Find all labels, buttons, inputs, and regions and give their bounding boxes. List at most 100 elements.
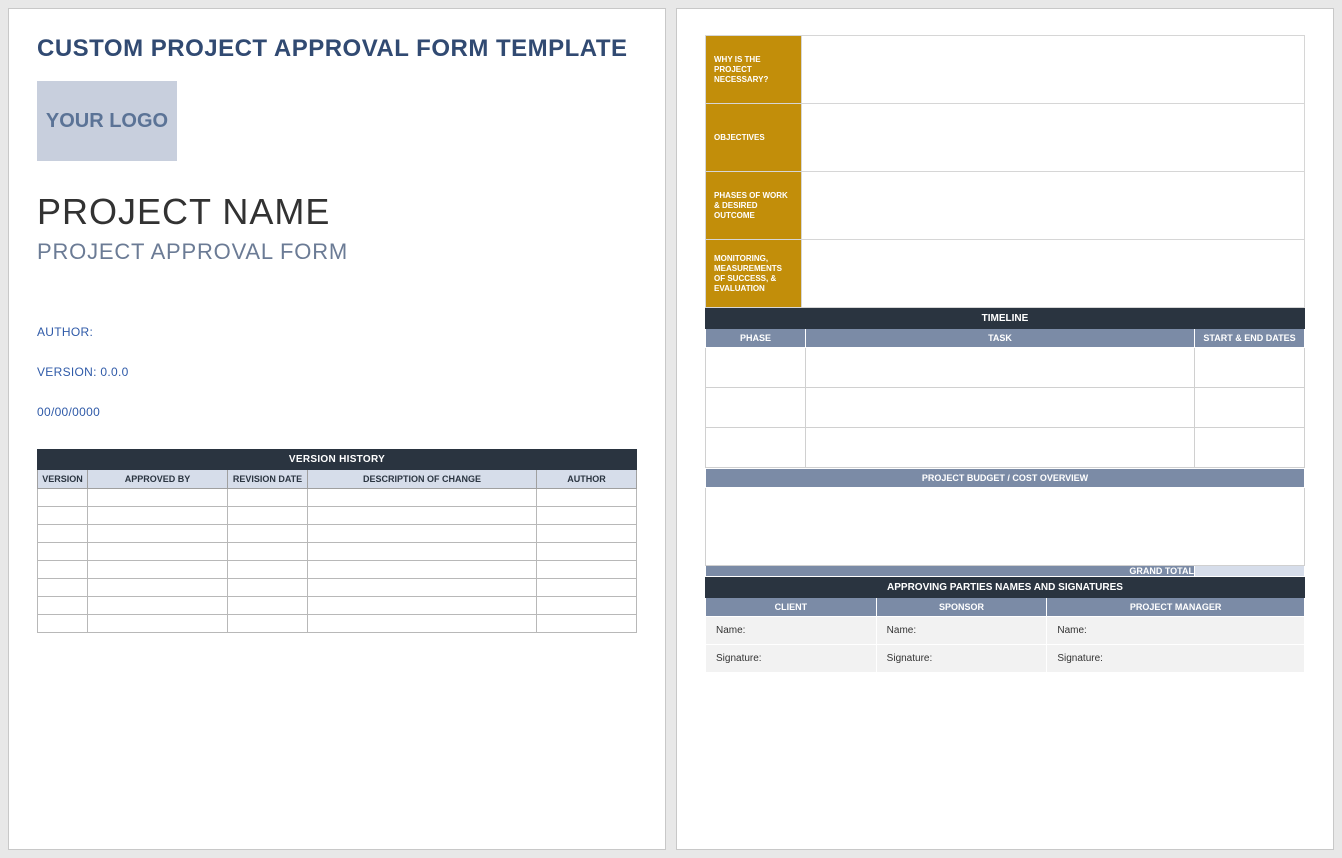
date-line: 00/00/0000 <box>37 405 637 419</box>
version-history-header: VERSION HISTORY <box>38 450 637 470</box>
sig-col-client: CLIENT <box>706 598 877 617</box>
info-row: WHY IS THE PROJECT NECESSARY? <box>706 36 1305 104</box>
sig-sign-pm: Signature: <box>1047 645 1305 673</box>
table-cell <box>806 428 1195 468</box>
table-cell <box>38 543 88 561</box>
table-cell <box>88 489 228 507</box>
vh-col-author: AUTHOR <box>537 470 637 489</box>
vh-col-version: VERSION <box>38 470 88 489</box>
table-row <box>38 561 637 579</box>
table-cell <box>1195 388 1305 428</box>
info-body-cell <box>802 172 1305 240</box>
info-body-cell <box>802 104 1305 172</box>
table-row <box>706 388 1305 428</box>
table-cell <box>88 615 228 633</box>
document-title: CUSTOM PROJECT APPROVAL FORM TEMPLATE <box>37 35 637 63</box>
grand-total-value <box>1195 566 1305 577</box>
sig-col-sponsor: SPONSOR <box>876 598 1047 617</box>
table-row <box>706 428 1305 468</box>
info-row: OBJECTIVES <box>706 104 1305 172</box>
table-cell <box>38 597 88 615</box>
table-cell <box>806 348 1195 388</box>
table-cell <box>228 507 308 525</box>
page-2: WHY IS THE PROJECT NECESSARY?OBJECTIVESP… <box>676 8 1334 850</box>
table-cell <box>88 579 228 597</box>
table-cell <box>228 525 308 543</box>
sig-name-pm: Name: <box>1047 617 1305 645</box>
table-cell <box>537 615 637 633</box>
table-cell <box>706 428 806 468</box>
table-cell <box>228 579 308 597</box>
timeline-header: TIMELINE <box>706 309 1305 329</box>
table-cell <box>308 543 537 561</box>
table-cell <box>308 507 537 525</box>
table-cell <box>537 561 637 579</box>
table-cell <box>88 525 228 543</box>
table-row <box>38 597 637 615</box>
table-cell <box>537 525 637 543</box>
sig-sign-client: Signature: <box>706 645 877 673</box>
table-cell <box>38 615 88 633</box>
table-cell <box>88 597 228 615</box>
table-cell <box>308 561 537 579</box>
budget-table: PROJECT BUDGET / COST OVERVIEW GRAND TOT… <box>705 468 1305 577</box>
info-label: OBJECTIVES <box>706 104 802 172</box>
table-row <box>38 579 637 597</box>
table-cell <box>308 579 537 597</box>
table-cell <box>537 507 637 525</box>
table-cell <box>88 507 228 525</box>
sig-col-pm: PROJECT MANAGER <box>1047 598 1305 617</box>
table-cell <box>1195 348 1305 388</box>
page-1: CUSTOM PROJECT APPROVAL FORM TEMPLATE YO… <box>8 8 666 850</box>
timeline-table: TIMELINE PHASE TASK START & END DATES <box>705 308 1305 468</box>
tl-col-dates: START & END DATES <box>1195 329 1305 348</box>
form-subtitle: PROJECT APPROVAL FORM <box>37 239 637 265</box>
signatures-header: APPROVING PARTIES NAMES AND SIGNATURES <box>706 578 1305 598</box>
table-cell <box>88 543 228 561</box>
version-history-table: VERSION HISTORY VERSION APPROVED BY REVI… <box>37 449 637 633</box>
info-row: PHASES OF WORK & DESIRED OUTCOME <box>706 172 1305 240</box>
signatures-table: APPROVING PARTIES NAMES AND SIGNATURES C… <box>705 577 1305 673</box>
sig-name-client: Name: <box>706 617 877 645</box>
project-name: PROJECT NAME <box>37 191 637 233</box>
table-cell <box>228 597 308 615</box>
table-cell <box>308 615 537 633</box>
table-cell <box>228 615 308 633</box>
table-cell <box>706 388 806 428</box>
tl-col-phase: PHASE <box>706 329 806 348</box>
vh-col-desc: DESCRIPTION OF CHANGE <box>308 470 537 489</box>
table-row <box>38 543 637 561</box>
table-row <box>38 507 637 525</box>
table-cell <box>537 543 637 561</box>
info-body-cell <box>802 36 1305 104</box>
table-cell <box>308 597 537 615</box>
logo-text: YOUR LOGO <box>46 110 168 133</box>
budget-header: PROJECT BUDGET / COST OVERVIEW <box>706 469 1305 488</box>
table-cell <box>38 561 88 579</box>
table-cell <box>308 489 537 507</box>
logo-placeholder: YOUR LOGO <box>37 81 177 161</box>
table-row <box>706 348 1305 388</box>
table-cell <box>228 561 308 579</box>
table-cell <box>806 388 1195 428</box>
author-line: AUTHOR: <box>37 325 637 339</box>
grand-total-label: GRAND TOTAL <box>706 566 1195 577</box>
table-cell <box>228 543 308 561</box>
tl-col-task: TASK <box>806 329 1195 348</box>
table-row <box>38 615 637 633</box>
table-cell <box>228 489 308 507</box>
table-cell <box>38 489 88 507</box>
sig-sign-sponsor: Signature: <box>876 645 1047 673</box>
table-cell <box>38 579 88 597</box>
table-cell <box>308 525 537 543</box>
table-cell <box>38 507 88 525</box>
project-info-table: WHY IS THE PROJECT NECESSARY?OBJECTIVESP… <box>705 35 1305 308</box>
budget-body <box>706 488 1305 566</box>
table-cell <box>706 348 806 388</box>
table-cell <box>537 579 637 597</box>
table-cell <box>88 561 228 579</box>
vh-col-revdate: REVISION DATE <box>228 470 308 489</box>
table-cell <box>537 597 637 615</box>
table-cell <box>38 525 88 543</box>
table-row <box>38 489 637 507</box>
